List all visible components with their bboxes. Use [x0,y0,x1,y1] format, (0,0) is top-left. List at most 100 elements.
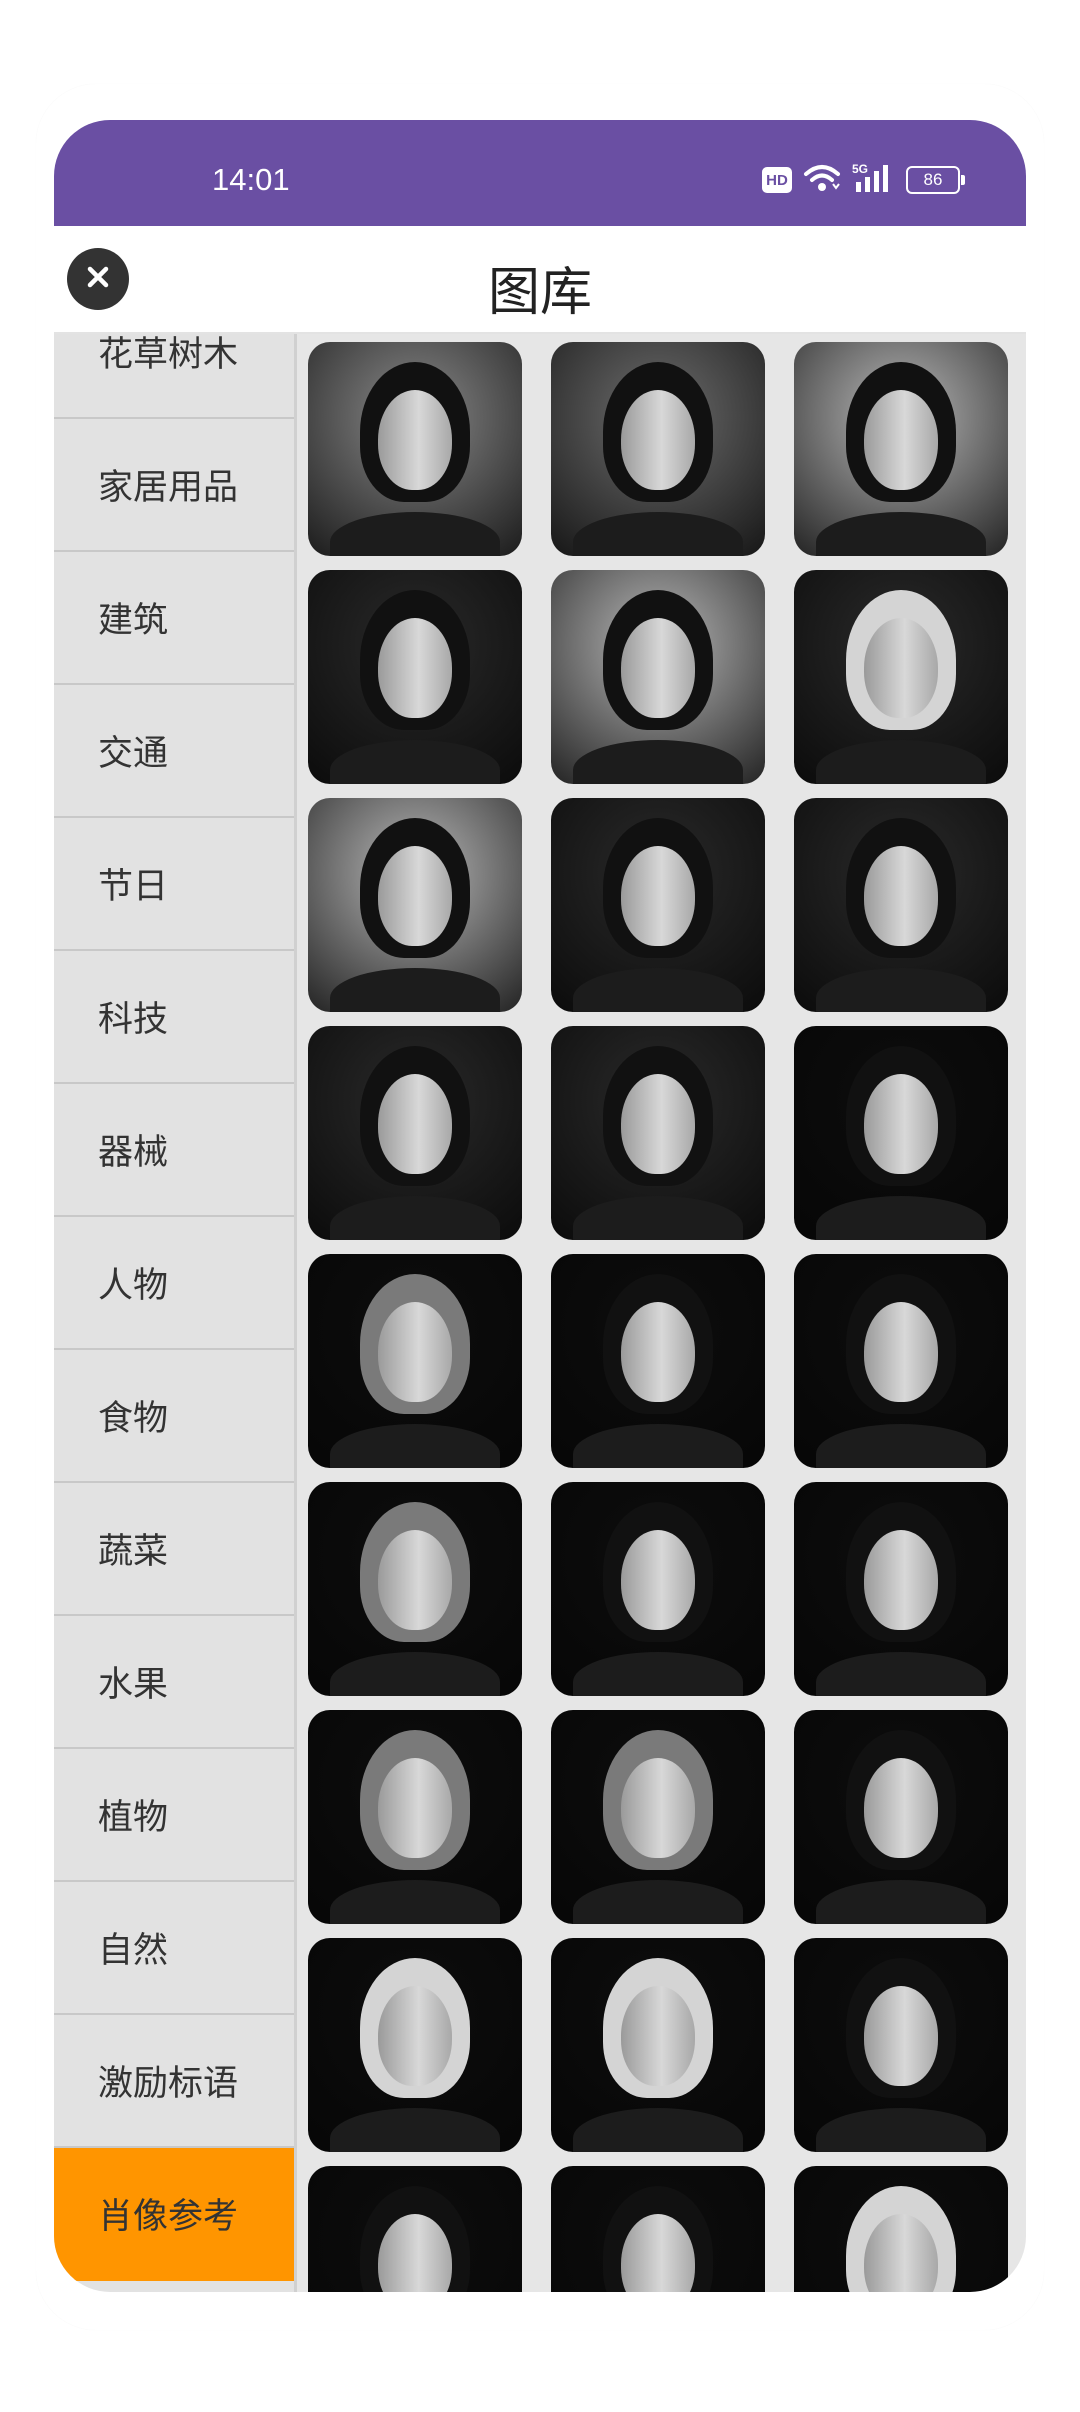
portrait-thumbnail[interactable] [551,1710,765,1924]
portrait-thumbnail[interactable] [308,570,522,784]
portrait-face [621,1302,695,1402]
portrait-thumbnail[interactable] [551,2166,765,2292]
signal-icon: 5G [852,162,896,198]
portrait-shoulders [330,740,500,784]
portrait-thumbnail[interactable] [794,2166,1008,2292]
portrait-face [864,390,938,490]
sidebar-item-label: 自然 [98,1931,169,1971]
photo-grid[interactable] [297,334,1026,2292]
portrait-face [864,846,938,946]
portrait-thumbnail[interactable] [308,1482,522,1696]
portrait-thumbnail[interactable] [308,1254,522,1468]
portrait-face [621,390,695,490]
portrait-thumbnail[interactable] [551,1482,765,1696]
portrait-face [621,846,695,946]
portrait-shoulders [816,2108,986,2152]
portrait-shoulders [330,512,500,556]
sidebar-item[interactable]: 人物 [54,1217,294,1350]
portrait-shoulders [573,1424,743,1468]
portrait-shoulders [816,1652,986,1696]
portrait-thumbnail[interactable] [551,570,765,784]
portrait-shoulders [816,740,986,784]
portrait-shoulders [573,968,743,1012]
portrait-thumbnail[interactable] [794,1710,1008,1924]
sidebar-item[interactable]: 家居用品 [54,419,294,552]
sidebar-item[interactable]: 蔬菜 [54,1483,294,1616]
portrait-thumbnail[interactable] [794,798,1008,1012]
battery-icon: 86 [906,166,965,194]
sidebar-item[interactable]: 植物 [54,1749,294,1882]
portrait-face [864,1074,938,1174]
sidebar-item-label: 器械 [98,1133,169,1173]
portrait-thumbnail[interactable] [794,1026,1008,1240]
category-sidebar[interactable]: 花草树木家居用品建筑交通节日科技器械人物食物蔬菜水果植物自然激励标语肖像参考 [54,334,294,2292]
portrait-shoulders [330,1424,500,1468]
portrait-shoulders [573,1652,743,1696]
sidebar-item-label: 花草树木 [98,335,239,375]
status-bar: 14:01 HD 5G 86 [54,120,1026,226]
portrait-thumbnail[interactable] [794,570,1008,784]
portrait-thumbnail[interactable] [308,1710,522,1924]
portrait-face [621,618,695,718]
sidebar-item-label: 食物 [98,1399,169,1439]
header: 图库 [54,226,1026,334]
portrait-thumbnail[interactable] [308,798,522,1012]
portrait-thumbnail[interactable] [551,1254,765,1468]
portrait-shoulders [816,1880,986,1924]
sidebar-item-label: 人物 [98,1266,169,1306]
sidebar-item-label: 水果 [98,1665,169,1705]
sidebar-item[interactable]: 激励标语 [54,2015,294,2148]
sidebar-item[interactable]: 肖像参考 [54,2148,294,2281]
app-screen: 14:01 HD 5G 86 图库 花草树木 家居用品 建筑 交通 节日 科技 … [54,120,1026,2292]
portrait-shoulders [573,512,743,556]
portrait-thumbnail[interactable] [551,1938,765,2152]
sidebar-item[interactable]: 节日 [54,818,294,951]
portrait-thumbnail[interactable] [308,1026,522,1240]
sidebar-item[interactable]: 自然 [54,1882,294,2015]
sidebar-item[interactable]: 建筑 [54,552,294,685]
sidebar-item-label: 节日 [98,867,169,907]
portrait-shoulders [330,1652,500,1696]
portrait-face [864,618,938,718]
sidebar-item-label: 科技 [98,1000,169,1040]
status-time: 14:01 [212,162,290,197]
svg-text:5G: 5G [852,162,868,176]
portrait-face [378,1986,452,2086]
sidebar-item[interactable]: 食物 [54,1350,294,1483]
sidebar-item[interactable]: 科技 [54,951,294,1084]
portrait-shoulders [573,740,743,784]
portrait-thumbnail[interactable] [308,1938,522,2152]
portrait-face [378,1530,452,1630]
portrait-shoulders [573,2108,743,2152]
portrait-thumbnail[interactable] [308,2166,522,2292]
portrait-face [378,390,452,490]
portrait-shoulders [573,1880,743,1924]
sidebar-item[interactable]: 器械 [54,1084,294,1217]
portrait-thumbnail[interactable] [794,342,1008,556]
portrait-face [378,618,452,718]
portrait-thumbnail[interactable] [308,342,522,556]
sidebar-item-label: 建筑 [98,601,169,641]
sidebar-item[interactable]: 花草树木 [54,334,294,419]
portrait-thumbnail[interactable] [551,798,765,1012]
portrait-thumbnail[interactable] [794,1482,1008,1696]
portrait-thumbnail[interactable] [551,1026,765,1240]
portrait-face [621,1530,695,1630]
portrait-face [621,1074,695,1174]
portrait-thumbnail[interactable] [551,342,765,556]
portrait-shoulders [573,1196,743,1240]
portrait-face [621,1986,695,2086]
portrait-thumbnail[interactable] [794,1938,1008,2152]
sidebar-item-label: 植物 [98,1798,169,1838]
portrait-face [621,1758,695,1858]
portrait-face [864,1986,938,2086]
sidebar-item[interactable]: 水果 [54,1616,294,1749]
sidebar-item-label: 蔬菜 [98,1532,169,1572]
portrait-face [864,1758,938,1858]
sidebar-item-label: 肖像参考 [98,2197,239,2237]
portrait-shoulders [816,512,986,556]
portrait-shoulders [330,1196,500,1240]
portrait-thumbnail[interactable] [794,1254,1008,1468]
wifi-icon [802,162,842,198]
sidebar-item[interactable]: 交通 [54,685,294,818]
